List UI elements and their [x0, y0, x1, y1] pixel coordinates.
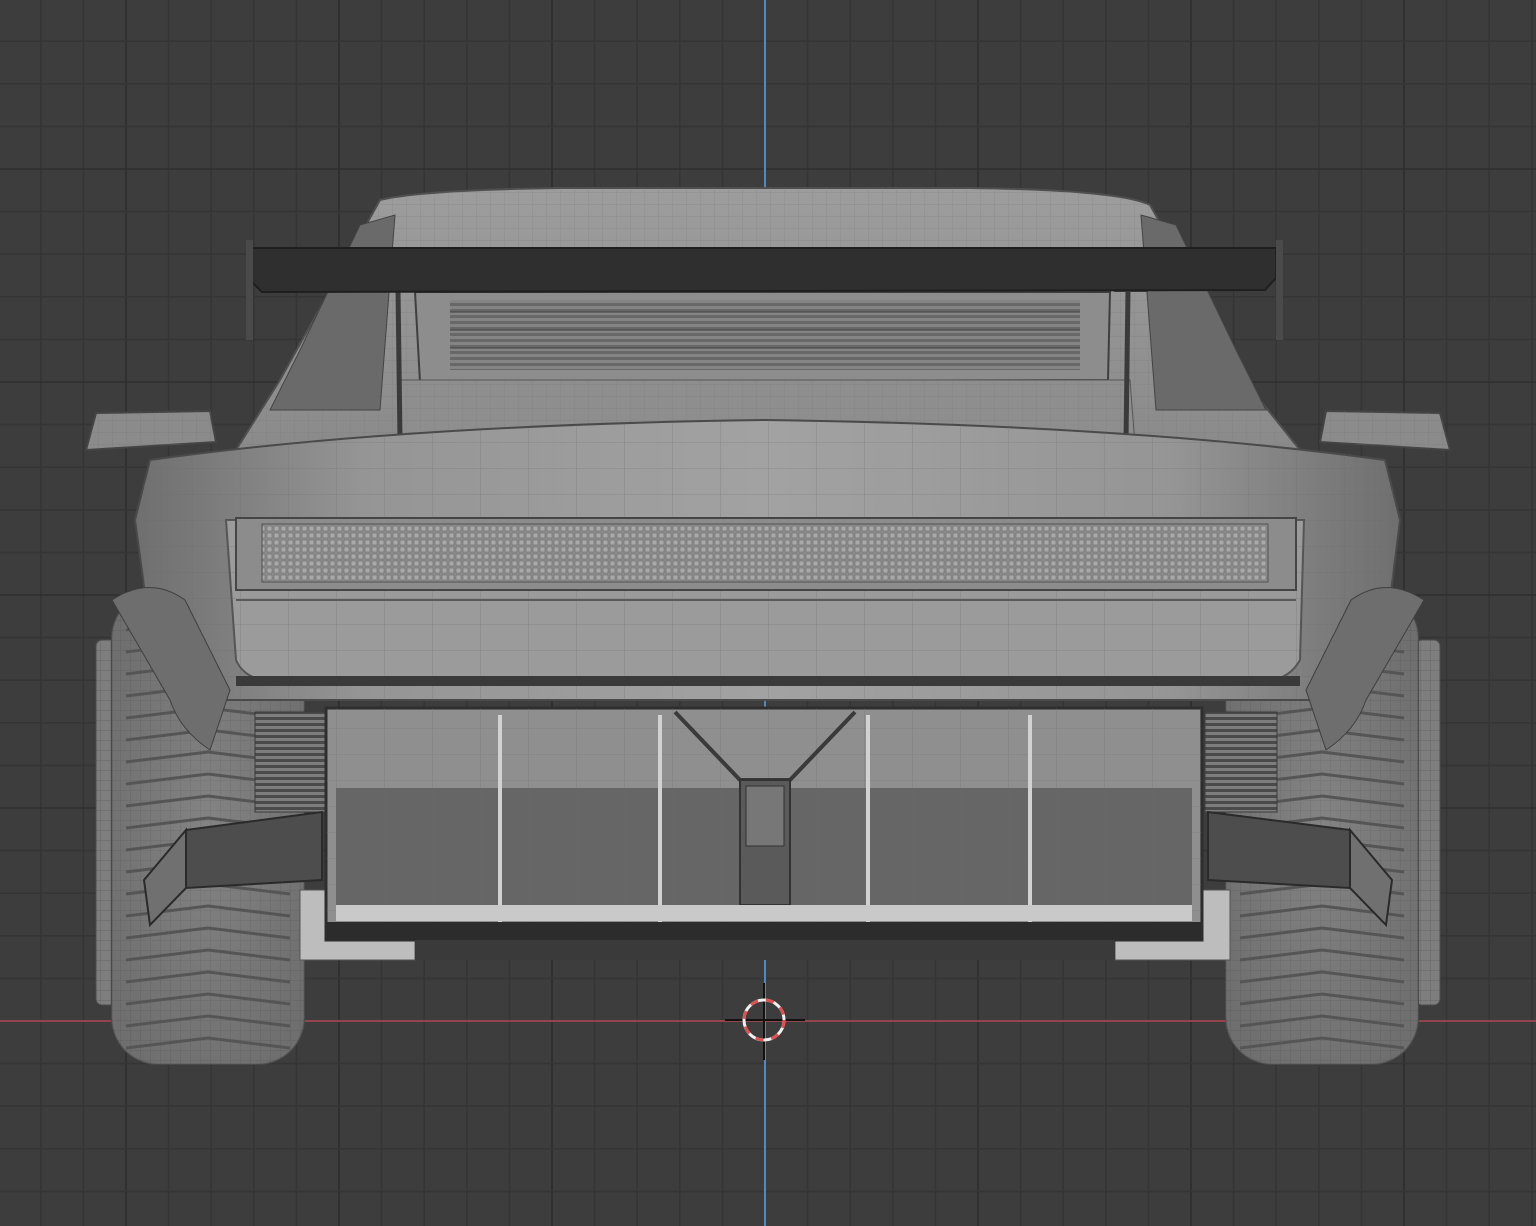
cabin[interactable] — [234, 187, 1303, 451]
rear-window-louvers — [413, 291, 1112, 384]
left-mirror[interactable] — [84, 409, 218, 452]
right-side-vent — [1204, 711, 1278, 813]
rear-body[interactable] — [133, 418, 1402, 701]
taillight-bar — [235, 517, 1297, 591]
right-mirror[interactable] — [1318, 409, 1452, 452]
3d-viewport[interactable] — [0, 0, 1536, 1226]
left-side-vent — [254, 711, 328, 813]
rear-diffuser[interactable] — [299, 706, 1231, 961]
